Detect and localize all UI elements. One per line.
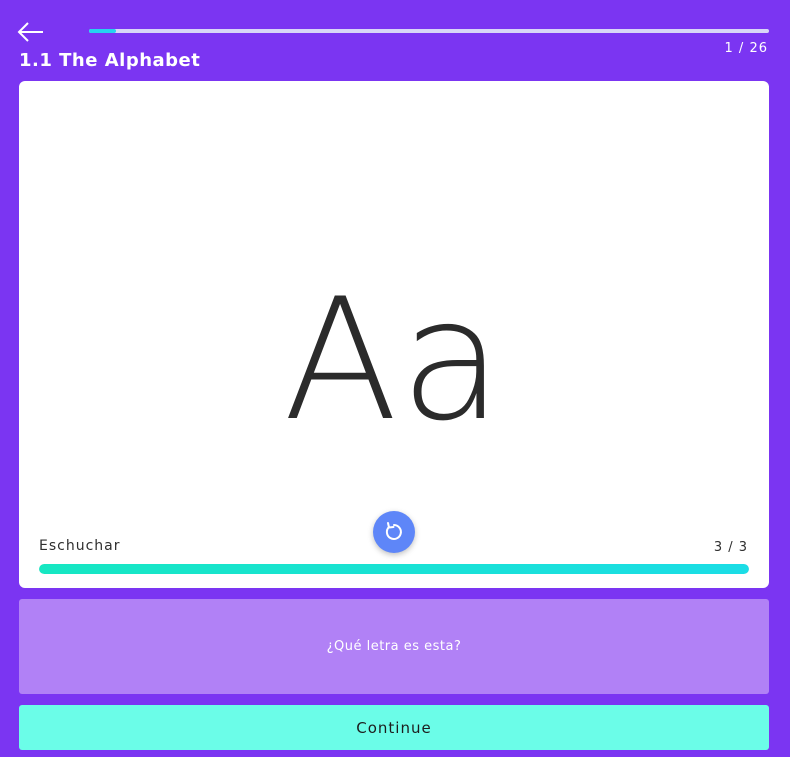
lesson-progress-bar — [89, 29, 769, 33]
back-button[interactable] — [16, 20, 46, 44]
listen-progress-fill — [39, 564, 749, 574]
listen-counter: 3 / 3 — [713, 540, 748, 555]
page-counter: 1 / 26 — [724, 41, 768, 56]
lesson-progress-fill — [89, 29, 117, 33]
letter-display: Aa — [283, 262, 505, 458]
continue-button[interactable]: Continue — [19, 705, 769, 750]
arrow-left-icon — [17, 22, 43, 42]
question-box: ¿Qué letra es esta? — [19, 599, 769, 694]
lesson-title: 1.1 The Alphabet — [19, 50, 201, 71]
listen-label: Eschuchar — [39, 538, 121, 554]
listen-progress-bar — [39, 564, 749, 574]
question-text: ¿Qué letra es esta? — [326, 639, 462, 654]
replay-icon — [385, 522, 402, 540]
replay-button[interactable] — [373, 511, 415, 553]
